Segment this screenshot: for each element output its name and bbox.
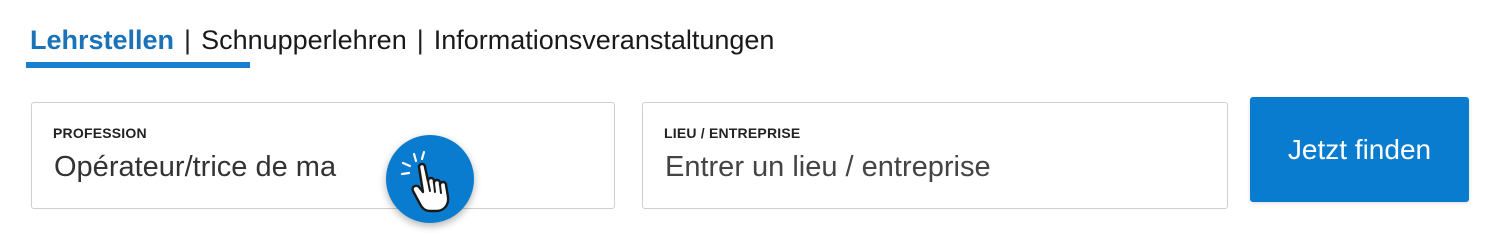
profession-label: PROFESSION xyxy=(53,125,147,141)
active-tab-indicator xyxy=(26,62,250,68)
profession-input[interactable]: Opérateur/trice de ma xyxy=(54,151,384,184)
search-button[interactable]: Jetzt finden xyxy=(1250,97,1469,202)
pointing-hand-icon xyxy=(400,150,450,213)
location-label: LIEU / ENTREPRISE xyxy=(664,125,801,141)
tab-bar: Lehrstellen | Schnupperlehren | Informat… xyxy=(30,20,774,60)
pointer-badge xyxy=(386,135,474,223)
profession-field[interactable]: PROFESSION Opérateur/trice de ma xyxy=(31,102,615,209)
tab-separator: | xyxy=(416,24,424,55)
location-field[interactable]: LIEU / ENTREPRISE Entrer un lieu / entre… xyxy=(642,102,1228,209)
tab-schnupperlehren[interactable]: Schnupperlehren xyxy=(201,25,407,56)
tab-informationsveranstaltungen[interactable]: Informationsveranstaltungen xyxy=(434,25,775,56)
tab-separator: | xyxy=(184,24,192,55)
location-input[interactable]: Entrer un lieu / entreprise xyxy=(665,151,991,184)
search-widget: Lehrstellen | Schnupperlehren | Informat… xyxy=(0,0,1500,232)
tab-lehrstellen[interactable]: Lehrstellen xyxy=(30,25,174,56)
